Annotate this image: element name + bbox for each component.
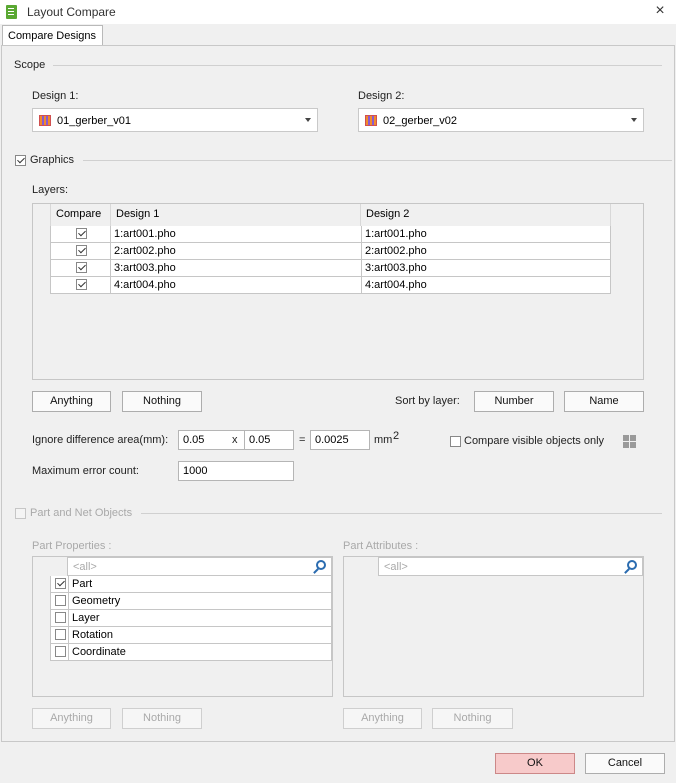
scope-group-label: Scope (14, 59, 46, 71)
ignore-area-result: 0.0025 (310, 430, 370, 450)
list-item[interactable]: Layer (50, 610, 332, 627)
search-icon[interactable] (316, 560, 326, 570)
unit-superscript: 2 (393, 430, 400, 442)
property-label: Part (72, 578, 93, 590)
table-row[interactable]: 1:art001.pho 1:art001.pho (50, 226, 611, 243)
graphics-divider (83, 160, 672, 161)
row-design2-cell: 4:art004.pho (365, 279, 427, 291)
compare-visible-checkbox[interactable] (450, 436, 461, 447)
attributes-anything-button[interactable]: Anything (343, 708, 422, 729)
column-header-compare[interactable]: Compare (56, 208, 101, 220)
graphics-group-label: Graphics (30, 154, 75, 166)
graphics-checkbox[interactable] (15, 155, 26, 166)
property-checkbox[interactable] (55, 612, 66, 623)
window-title: Layout Compare (27, 5, 116, 19)
layers-table[interactable]: Compare Design 1 Design 2 1:art001.pho 1… (32, 203, 644, 380)
layers-label: Layers: (32, 184, 69, 196)
sort-by-layer-label: Sort by layer: (395, 395, 460, 407)
row-design2-cell: 1:art001.pho (365, 228, 427, 240)
cancel-button[interactable]: Cancel (585, 753, 665, 774)
close-icon[interactable]: × (652, 3, 668, 19)
sort-number-button[interactable]: Number (474, 391, 554, 412)
part-properties-list[interactable]: <all> Part Geometry Layer Rotation Coord… (32, 556, 333, 697)
chevron-down-icon (305, 118, 311, 122)
multiply-sign: x (232, 434, 238, 446)
app-icon (6, 5, 17, 19)
design1-label: Design 1: (32, 90, 79, 102)
grid-icon[interactable] (623, 435, 636, 448)
anything-button[interactable]: Anything (32, 391, 111, 412)
row-design1-cell: 1:art001.pho (114, 228, 176, 240)
column-header-design1[interactable]: Design 1 (116, 208, 159, 220)
list-item[interactable]: Geometry (50, 593, 332, 610)
row-design2-cell: 3:art003.pho (365, 262, 427, 274)
tab-compare-designs[interactable]: Compare Designs (2, 25, 103, 46)
property-checkbox[interactable] (55, 646, 66, 657)
title-bar: Layout Compare × (0, 0, 676, 24)
list-item[interactable]: Rotation (50, 627, 332, 644)
property-label: Geometry (72, 595, 121, 607)
properties-filter-placeholder: <all> (73, 561, 97, 573)
list-item[interactable]: Part (50, 576, 332, 593)
compare-visible-label: Compare visible objects only (464, 435, 605, 447)
design-icon (365, 115, 377, 126)
ignore-area-label: Ignore difference area(mm): (32, 434, 169, 446)
part-attributes-label: Part Attributes : (343, 540, 419, 552)
equals-sign: = (299, 434, 306, 446)
chevron-down-icon (631, 118, 637, 122)
ignore-height-field[interactable]: 0.05 (244, 430, 294, 450)
list-item[interactable]: Coordinate (50, 644, 332, 661)
part-net-checkbox[interactable] (15, 508, 26, 519)
scope-divider (53, 65, 662, 66)
design2-label: Design 2: (358, 90, 405, 102)
design1-combo[interactable]: 01_gerber_v01 (32, 108, 318, 132)
part-attributes-list[interactable]: <all> (343, 556, 644, 697)
table-header: Compare Design 1 Design 2 (33, 204, 643, 226)
part-net-divider (141, 513, 662, 514)
attributes-filter-placeholder: <all> (384, 561, 408, 573)
attributes-nothing-button[interactable]: Nothing (432, 708, 513, 729)
row-design1-cell: 4:art004.pho (114, 279, 176, 291)
design2-value: 02_gerber_v02 (383, 115, 458, 127)
row-compare-checkbox[interactable] (76, 262, 87, 273)
property-checkbox[interactable] (55, 629, 66, 640)
nothing-button[interactable]: Nothing (122, 391, 202, 412)
properties-filter[interactable]: <all> (67, 557, 332, 576)
design-icon (39, 115, 51, 126)
row-design1-cell: 2:art002.pho (114, 245, 176, 257)
row-design2-cell: 2:art002.pho (365, 245, 427, 257)
row-design1-cell: 3:art003.pho (114, 262, 176, 274)
property-checkbox[interactable] (55, 595, 66, 606)
property-label: Layer (72, 612, 100, 624)
table-row[interactable]: 3:art003.pho 3:art003.pho (50, 260, 611, 277)
property-label: Rotation (72, 629, 113, 641)
row-compare-checkbox[interactable] (76, 245, 87, 256)
part-net-group-label: Part and Net Objects (30, 507, 133, 519)
sort-name-button[interactable]: Name (564, 391, 644, 412)
property-label: Coordinate (72, 646, 126, 658)
design2-combo[interactable]: 02_gerber_v02 (358, 108, 644, 132)
part-properties-label: Part Properties : (32, 540, 112, 552)
search-icon[interactable] (627, 560, 637, 570)
unit-label: mm (374, 434, 393, 446)
property-checkbox[interactable] (55, 578, 66, 589)
max-error-label: Maximum error count: (32, 465, 139, 477)
row-compare-checkbox[interactable] (76, 228, 87, 239)
table-row[interactable]: 2:art002.pho 2:art002.pho (50, 243, 611, 260)
table-row[interactable]: 4:art004.pho 4:art004.pho (50, 277, 611, 294)
design1-value: 01_gerber_v01 (57, 115, 132, 127)
parts-anything-button[interactable]: Anything (32, 708, 111, 729)
row-compare-checkbox[interactable] (76, 279, 87, 290)
parts-nothing-button[interactable]: Nothing (122, 708, 202, 729)
attributes-filter[interactable]: <all> (378, 557, 643, 576)
column-header-design2[interactable]: Design 2 (366, 208, 409, 220)
max-error-field[interactable]: 1000 (178, 461, 294, 481)
ok-button[interactable]: OK (495, 753, 575, 774)
